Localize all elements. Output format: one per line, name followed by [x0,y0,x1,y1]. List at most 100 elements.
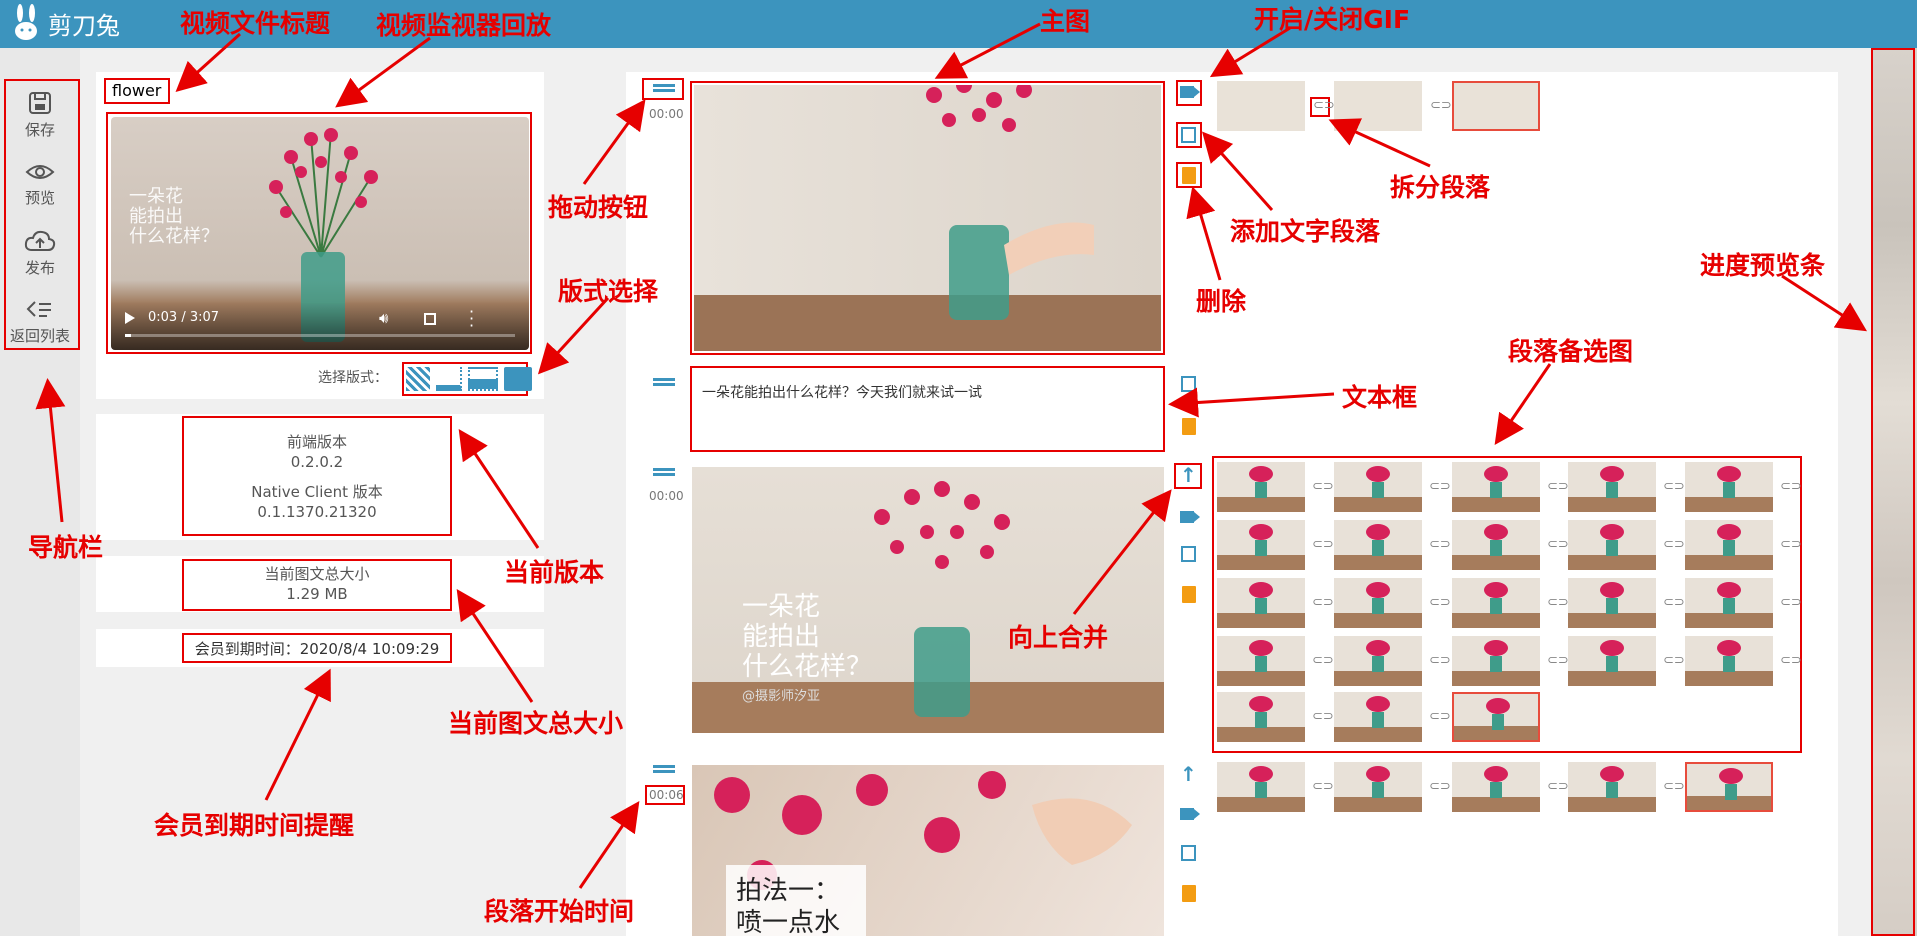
candidate-thumb[interactable] [1685,462,1773,512]
link-icon[interactable]: ⊂⊃ [1547,779,1569,794]
link-icon[interactable]: ⊂⊃ [1547,653,1569,668]
layout-option-bottom-bar[interactable] [436,367,462,391]
candidate-thumb[interactable] [1334,692,1422,742]
link-icon[interactable]: ⊂⊃ [1663,653,1685,668]
paragraph-textarea[interactable]: 一朵花能拍出什么花样？今天我们就来试一试 [690,366,1165,452]
video-time: 0:03 / 3:07 [148,310,220,325]
drag-handle-icon[interactable] [653,84,675,92]
link-icon[interactable]: ⊂⊃ [1312,479,1334,494]
video-camera-icon[interactable] [1180,86,1200,98]
candidate-thumb[interactable] [1568,762,1656,812]
video-progress-track[interactable] [125,334,515,337]
add-text-icon[interactable] [1181,127,1196,143]
layout-option-striped[interactable] [406,367,430,391]
candidate-thumb[interactable] [1452,578,1540,628]
link-icon[interactable]: ⊂⊃ [1547,595,1569,610]
trash-icon[interactable] [1182,167,1196,184]
trash-icon[interactable] [1182,885,1196,902]
candidate-thumb[interactable] [1217,81,1305,131]
layout-option-image[interactable] [468,367,498,391]
candidate-thumb[interactable] [1334,636,1422,686]
video-player[interactable]: 一朵花 能拍出 什么花样？ 0:03 / 3:07 🔊︎ · · · [111,117,529,350]
candidate-thumb[interactable] [1217,762,1305,812]
paragraph-time: 00:00 [649,107,684,121]
link-icon[interactable]: ⊂⊃ [1429,779,1451,794]
candidate-thumb[interactable] [1217,462,1305,512]
thumb-flower-mark [1717,466,1741,482]
candidate-thumb-selected[interactable] [1685,762,1773,812]
candidate-thumb[interactable] [1685,520,1773,570]
video-camera-icon[interactable] [1180,808,1200,820]
candidate-thumb[interactable] [1452,636,1540,686]
video-camera-icon[interactable] [1180,511,1200,523]
video-title-input[interactable]: flower [104,78,170,104]
candidate-thumb-selected[interactable] [1452,81,1540,131]
link-icon[interactable]: ⊂⊃ [1312,709,1334,724]
link-icon[interactable]: ⊂⊃ [1780,595,1802,610]
trash-icon[interactable] [1182,418,1196,435]
candidate-thumb[interactable] [1334,578,1422,628]
link-icon[interactable]: ⊂⊃ [1780,653,1802,668]
arrow-up-icon[interactable]: ↑ [1180,463,1197,487]
candidate-thumb[interactable] [1452,762,1540,812]
fullscreen-icon[interactable] [424,313,436,325]
link-icon[interactable]: ⊂⊃ [1312,595,1334,610]
add-text-icon[interactable] [1181,845,1196,861]
link-icon[interactable]: ⊂⊃ [1780,537,1802,552]
link-icon[interactable]: ⊂⊃ [1780,479,1802,494]
thumb-vase-mark [1490,656,1502,672]
more-options-icon[interactable]: · · · [469,304,474,334]
link-icon[interactable]: ⊂⊃ [1429,537,1451,552]
candidate-thumb-selected[interactable] [1452,692,1540,742]
candidate-thumb[interactable] [1685,636,1773,686]
link-icon[interactable]: ⊂⊃ [1663,479,1685,494]
link-icon[interactable]: ⊂⊃ [1312,537,1334,552]
candidate-thumb[interactable] [1217,520,1305,570]
candidate-thumb[interactable] [1217,578,1305,628]
link-icon[interactable]: ⊂⊃ [1429,709,1451,724]
layout-option-filled[interactable] [504,367,532,391]
link-icon[interactable]: ⊂⊃ [1663,595,1685,610]
link-icon[interactable]: ⊂⊃ [1429,653,1451,668]
candidate-thumb[interactable] [1568,462,1656,512]
link-icon[interactable]: ⊂⊃ [1663,779,1685,794]
candidate-thumb[interactable] [1568,520,1656,570]
link-icon[interactable]: ⊂⊃ [1663,537,1685,552]
paragraph-image[interactable]: 一朵花 能拍出 什么花样？ @摄影师汐亚 [692,467,1164,733]
drag-handle-icon[interactable] [653,378,675,386]
drag-handle-icon[interactable] [653,765,675,773]
candidate-thumb[interactable] [1568,578,1656,628]
add-text-icon[interactable] [1181,376,1196,392]
video-progress-fill [125,334,132,337]
link-icon[interactable]: ⊂⊃ [1430,98,1452,113]
link-icon[interactable]: ⊂⊃ [1312,653,1334,668]
volume-icon[interactable]: 🔊︎ [379,309,388,327]
main-image[interactable] [694,85,1161,351]
link-icon[interactable]: ⊂⊃ [1312,779,1334,794]
add-text-icon[interactable] [1181,546,1196,562]
layout-options [406,367,532,391]
arrow-up-icon[interactable]: ↑ [1180,762,1197,786]
paragraph-image[interactable]: 拍法一： 喷一点水 [692,765,1164,936]
candidate-thumb[interactable] [1685,578,1773,628]
candidate-thumb[interactable] [1334,462,1422,512]
trash-icon[interactable] [1182,586,1196,603]
candidate-thumb[interactable] [1334,81,1422,131]
candidate-thumb[interactable] [1452,462,1540,512]
link-icon[interactable]: ⊂⊃ [1313,98,1335,113]
link-icon[interactable]: ⊂⊃ [1547,479,1569,494]
candidate-thumb[interactable] [1217,692,1305,742]
annotation-toggle-gif: 开启/关闭GIF [1254,5,1411,34]
link-icon[interactable]: ⊂⊃ [1429,595,1451,610]
candidate-thumb[interactable] [1334,520,1422,570]
candidate-thumb[interactable] [1452,520,1540,570]
drag-handle-icon[interactable] [653,468,675,476]
candidate-thumb[interactable] [1334,762,1422,812]
candidate-thumb[interactable] [1568,636,1656,686]
link-icon[interactable]: ⊂⊃ [1547,537,1569,552]
link-icon[interactable]: ⊂⊃ [1429,479,1451,494]
thumb-vase-mark [1255,712,1267,728]
candidate-thumb[interactable] [1217,636,1305,686]
app-logo[interactable]: 剪刀兔 [10,4,120,42]
play-icon[interactable] [125,312,135,324]
